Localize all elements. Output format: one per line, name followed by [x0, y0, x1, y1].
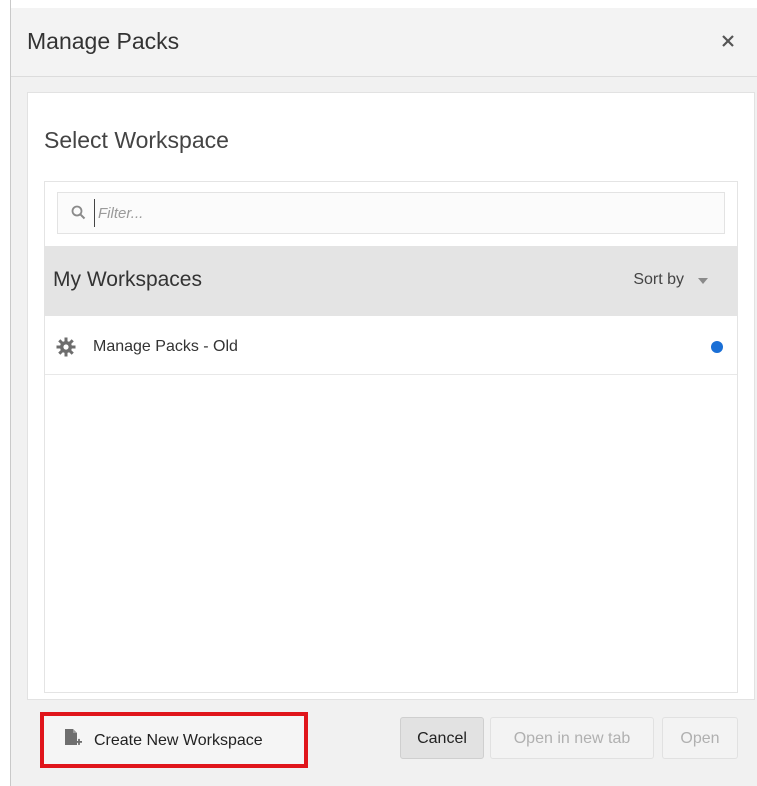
workspace-list: My Workspaces Sort by — [44, 181, 738, 693]
chevron-down-icon[interactable] — [698, 278, 708, 284]
workspace-panel: Select Workspace My Workspaces Sort by — [27, 92, 755, 700]
group-title: My Workspaces — [53, 268, 202, 291]
close-icon-glyph — [722, 35, 734, 47]
search-icon — [70, 204, 88, 222]
create-new-workspace-button[interactable]: Create New Workspace — [52, 724, 296, 756]
section-title: Select Workspace — [44, 127, 229, 153]
create-workspace-highlight: Create New Workspace — [40, 712, 308, 768]
open-in-new-tab-button[interactable]: Open in new tab — [490, 717, 654, 759]
create-new-workspace-label: Create New Workspace — [94, 732, 263, 749]
list-item[interactable]: Manage Packs - Old — [45, 318, 737, 375]
workspace-name: Manage Packs - Old — [93, 338, 238, 355]
dialog-title: Manage Packs — [27, 28, 180, 54]
close-icon[interactable] — [717, 30, 739, 52]
cancel-button[interactable]: Cancel — [400, 717, 484, 759]
gear-icon — [55, 336, 77, 358]
sort-by-button[interactable]: Sort by — [633, 271, 684, 289]
new-document-icon — [62, 728, 84, 750]
status-dot — [711, 341, 723, 353]
open-button[interactable]: Open — [662, 717, 738, 759]
group-header: My Workspaces Sort by — [44, 246, 738, 316]
dialog-header: Manage Packs — [11, 8, 757, 77]
filter-field[interactable] — [57, 192, 725, 234]
sort-by-label: Sort by — [633, 271, 684, 288]
manage-packs-dialog: Manage Packs Select Workspace Filter... … — [11, 8, 757, 786]
page: Manage Packs Select Workspace Filter... … — [0, 0, 757, 786]
filter-input[interactable] — [94, 199, 698, 227]
